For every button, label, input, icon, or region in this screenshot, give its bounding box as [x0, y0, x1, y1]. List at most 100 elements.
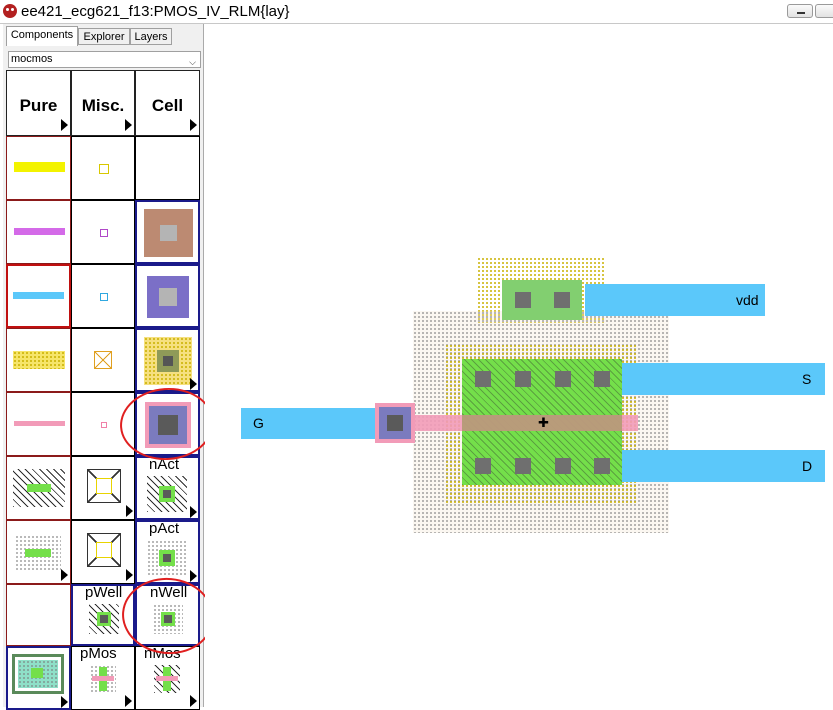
contact-cut — [475, 458, 491, 474]
submenu-arrow-icon — [190, 378, 197, 390]
contact-cut — [594, 458, 610, 474]
minimize-button[interactable] — [787, 4, 813, 18]
ring-icon — [12, 654, 64, 694]
app-icon — [3, 4, 17, 18]
pin-icon — [94, 351, 112, 369]
nact-icon — [147, 476, 187, 512]
palette-header-misc-label: Misc. — [81, 96, 125, 115]
pwell-icon — [89, 604, 119, 634]
cell-label-pwell: pWell — [85, 584, 123, 601]
cell-pact[interactable]: pAct — [135, 520, 200, 584]
pure-node-nactive[interactable] — [6, 456, 71, 520]
submenu-arrow-icon — [125, 695, 132, 707]
contact-cut — [515, 458, 531, 474]
cell-label-pmos: pMos — [80, 645, 117, 662]
metal1-source[interactable] — [618, 363, 825, 395]
pure-node-well-ring[interactable] — [6, 646, 71, 710]
submenu-arrow-icon — [190, 570, 197, 582]
pin-icon — [100, 229, 108, 237]
title-bar: ee421_ecg621_f13:PMOS_IV_RLM{lay} — [0, 0, 833, 24]
layout-canvas[interactable]: ✚ vdd S G D — [205, 24, 833, 707]
contact-cut — [555, 371, 571, 387]
pmos-icon — [90, 665, 116, 693]
contact-icon — [147, 276, 189, 318]
pin-icon — [101, 422, 107, 428]
nmos-icon — [154, 665, 180, 693]
terminal-source[interactable]: S — [802, 371, 811, 387]
cell-label-pact: pAct — [149, 520, 180, 537]
purple-arc-icon — [14, 228, 65, 235]
tab-layers[interactable]: Layers — [130, 28, 172, 45]
contact-cut — [387, 415, 403, 431]
submenu-arrow-icon — [126, 569, 133, 581]
misc-pmos[interactable]: pMos — [71, 645, 135, 710]
minimize-icon — [797, 12, 805, 14]
misc-pin-yellow[interactable] — [71, 136, 135, 200]
submenu-arrow-icon — [61, 696, 68, 708]
pure-arc-metal1[interactable] — [6, 136, 71, 200]
contact-cut — [594, 371, 610, 387]
misc-substrate-contact[interactable] — [71, 520, 135, 584]
cell-metal-contact-purple[interactable] — [135, 264, 200, 328]
cursor-icon: ✚ — [538, 415, 549, 430]
dropdown-arrow-icon: ⌵ — [189, 57, 196, 67]
misc-well-contact[interactable] — [71, 456, 135, 520]
contact-cut — [555, 458, 571, 474]
palette-header-cell[interactable]: Cell — [135, 70, 200, 136]
pure-node-yellow-dots[interactable] — [6, 328, 71, 392]
contact-cut — [554, 292, 570, 308]
palette-header-pure-label: Pure — [19, 96, 58, 115]
pact-icon — [147, 540, 187, 576]
technology-select[interactable]: mocmos ⌵ — [8, 51, 201, 68]
terminal-gate[interactable]: G — [253, 415, 264, 431]
submenu-arrow-icon — [61, 569, 68, 581]
submenu-arrow-icon — [190, 506, 197, 518]
well-contact[interactable] — [502, 280, 582, 320]
submenu-arrow-icon — [61, 119, 68, 131]
pure-node-pactive[interactable] — [6, 520, 71, 584]
dotted-arc-icon — [13, 351, 65, 369]
pure-arc-metal2[interactable] — [6, 200, 71, 264]
misc-pin-orange[interactable] — [71, 328, 135, 392]
pin-icon — [99, 164, 109, 174]
misc-pin-blue[interactable] — [71, 264, 135, 328]
contact-icon — [144, 209, 193, 257]
cell-nmos[interactable]: nMos — [135, 645, 200, 710]
yellow-arc-icon — [14, 162, 65, 172]
misc-pin-purple[interactable] — [71, 200, 135, 264]
terminal-drain[interactable]: D — [802, 458, 812, 474]
metal1-drain[interactable] — [618, 450, 825, 482]
submenu-arrow-icon — [190, 119, 197, 131]
pure-arc-metal-blue[interactable] — [6, 264, 71, 328]
palette-header-misc[interactable]: Misc. — [71, 70, 135, 136]
submenu-arrow-icon — [190, 695, 197, 707]
pink-arc-icon — [14, 421, 65, 426]
pin-icon — [100, 293, 108, 301]
cell-active-contact[interactable] — [135, 328, 200, 392]
maximize-button[interactable] — [815, 4, 833, 18]
component-palette: Pure Misc. Cell nAct pAct pWell nWell pM… — [6, 70, 218, 710]
palette-header-cell-label: Cell — [151, 96, 184, 115]
hatched-node-icon — [13, 469, 65, 507]
contact-cut — [515, 292, 531, 308]
contact-cut — [475, 371, 491, 387]
submenu-arrow-icon — [126, 505, 133, 517]
cell-nact[interactable]: nAct — [135, 456, 200, 520]
technology-value: mocmos — [11, 53, 53, 65]
terminal-vdd[interactable]: vdd — [736, 292, 759, 308]
well-icon — [87, 469, 121, 503]
contact-cut — [515, 371, 531, 387]
tab-components[interactable]: Components — [6, 26, 78, 46]
well-icon — [87, 533, 121, 567]
cell-empty-1 — [135, 136, 200, 200]
cell-metal-contact-brown[interactable] — [135, 200, 200, 264]
tab-explorer[interactable]: Explorer — [78, 28, 130, 45]
pure-empty — [6, 584, 71, 646]
submenu-arrow-icon — [125, 119, 132, 131]
contact-icon — [144, 337, 192, 385]
pure-arc-poly[interactable] — [6, 392, 71, 456]
blue-arc-icon — [13, 292, 64, 299]
window-title: ee421_ecg621_f13:PMOS_IV_RLM{lay} — [21, 3, 290, 20]
palette-header-pure[interactable]: Pure — [6, 70, 71, 136]
dotted-node-icon — [15, 535, 61, 571]
